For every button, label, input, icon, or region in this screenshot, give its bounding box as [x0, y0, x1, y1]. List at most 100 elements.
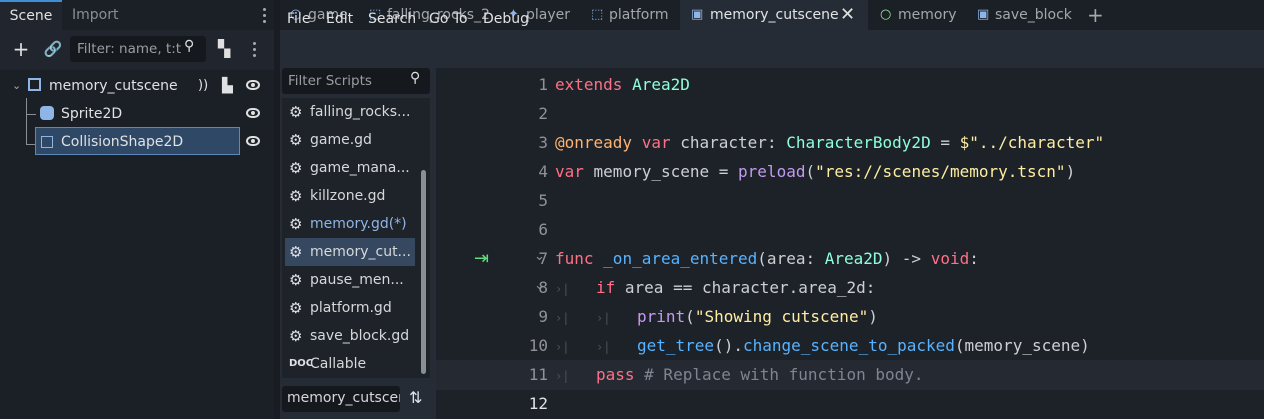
script-name: platform.gd [310, 300, 392, 316]
code-line-1: extends Area2D [555, 75, 690, 94]
script-name: game_mana... [310, 160, 410, 176]
fold-arrow-icon[interactable]: ⌄ [534, 278, 545, 293]
menu-debug[interactable]: Debug [483, 0, 529, 38]
gear-icon: ⚙ [289, 243, 303, 261]
link-icon[interactable]: 🔗 [42, 38, 64, 60]
add-node-icon[interactable]: + [10, 38, 32, 60]
line-number: 3 [538, 133, 548, 152]
scene-menu-icon[interactable] [253, 42, 257, 60]
line-number: 9 [538, 307, 548, 326]
scripts-filter-input[interactable] [288, 68, 406, 94]
add-tab-icon[interactable]: + [1087, 0, 1107, 30]
line-number: 8 [538, 278, 548, 297]
tree-item-sprite2d[interactable]: Sprite2D [0, 100, 274, 128]
indent-marker: ›| [555, 369, 570, 383]
line-number: 1 [538, 75, 548, 94]
tab-platform[interactable]: ⬚ platform [591, 0, 671, 30]
code-line-7: func _on_area_entered(area: Area2D) -> v… [555, 249, 979, 268]
code-line-8: if area == character.area_2d: [596, 278, 876, 297]
area-icon: ▣ [691, 7, 704, 22]
fold-arrow-icon[interactable]: ⌄ [534, 249, 545, 264]
line-number: 5 [538, 191, 548, 210]
tree-item-label: memory_cutscene [49, 78, 178, 94]
signal-icon[interactable]: )) [198, 72, 208, 100]
gear-icon: ⚙ [289, 159, 303, 177]
visibility-icon[interactable] [246, 108, 260, 118]
script-item[interactable]: ⚙ platform.gd [285, 294, 415, 322]
menu-search[interactable]: Search [368, 0, 416, 38]
script-item-selected[interactable]: ⚙ memory_cut... [285, 238, 415, 266]
gear-icon: ⚙ [289, 131, 303, 149]
gear-icon: ⚙ [289, 327, 303, 345]
script-name: Callable [310, 356, 367, 372]
line-number: 10 [528, 336, 548, 355]
tab-save-block[interactable]: ▣ save_block [977, 0, 1077, 30]
script-name: falling_rocks... [310, 104, 411, 120]
scripts-scrollbar[interactable] [421, 170, 426, 374]
visibility-icon[interactable] [246, 136, 260, 146]
indent-marker: ›| [596, 311, 611, 325]
gear-icon: ⚙ [289, 215, 303, 233]
tab-import[interactable]: Import [72, 0, 118, 30]
script-item[interactable]: DOC Callable [285, 350, 415, 378]
scene-filter-input[interactable] [77, 36, 181, 62]
tab-label: player [526, 7, 571, 23]
code-line-3: @onready var character: CharacterBody2D … [555, 133, 1105, 152]
tab-memory[interactable]: ○ memory [880, 0, 960, 30]
indent-marker: ›| [596, 340, 611, 354]
indent-marker: ›| [555, 340, 570, 354]
scripts-filter[interactable]: ⚲ [282, 68, 430, 94]
tab-label: save_block [995, 7, 1072, 23]
method-filter-text: memory_cutscen [287, 390, 400, 406]
script-item[interactable]: ⚙ killzone.gd [285, 182, 415, 210]
script-name: memory_cut... [310, 244, 411, 260]
script-item[interactable]: ⚙ game_mana... [285, 154, 415, 182]
search-icon: ⚲ [410, 70, 421, 86]
script-item[interactable]: ⚙ save_block.gd [285, 322, 415, 350]
indent-marker: ›| [555, 311, 570, 325]
search-icon: ⚲ [184, 38, 195, 54]
visibility-icon[interactable] [246, 80, 260, 90]
indent-marker: ›| [555, 282, 570, 296]
menu-edit[interactable]: Edit [326, 0, 353, 38]
script-name: killzone.gd [310, 188, 386, 204]
script-name: save_block.gd [310, 328, 410, 344]
tab-label: memory_cutscene [710, 7, 839, 23]
script-name: pause_men... [310, 272, 404, 288]
connected-signal-icon[interactable]: ⇥ [474, 248, 489, 269]
line-number: 2 [538, 104, 548, 123]
gear-icon: ⚙ [289, 271, 303, 289]
code-line-9: print("Showing cutscene") [637, 307, 878, 326]
script-item[interactable]: ⚙ game.gd [285, 126, 415, 154]
line-number: 7 [538, 249, 548, 268]
script-item-modified[interactable]: ⚙ memory.gd(*) [285, 210, 415, 238]
scene-filter[interactable]: ⚲ [70, 36, 206, 62]
sprite-icon [40, 106, 54, 120]
scene-icon: ⬚ [591, 7, 604, 22]
tree-item-collisionshape2d[interactable]: CollisionShape2D [0, 128, 274, 156]
method-filter[interactable]: memory_cutscen [282, 386, 400, 412]
tab-scene[interactable]: Scene [0, 0, 62, 30]
menu-file[interactable]: File [287, 0, 310, 38]
script-item[interactable]: ⚙ falling_rocks... [285, 98, 415, 126]
script-item[interactable]: ⚙ pause_men... [285, 266, 415, 294]
tab-label: memory [898, 7, 957, 23]
tree-item-label: CollisionShape2D [61, 134, 184, 150]
code-line-11: pass # Replace with function body. [596, 365, 924, 384]
dock-menu-icon[interactable] [263, 8, 267, 26]
sort-icon[interactable]: ⇅ [409, 388, 422, 407]
script-name: memory.gd(*) [310, 216, 407, 232]
script-add-icon[interactable]: ▚ [213, 38, 235, 60]
tab-memory-cutscene[interactable]: ▣ memory_cutscene ✕ [680, 0, 868, 30]
scene-dock-tabs: Scene Import [0, 0, 274, 30]
close-icon[interactable]: ✕ [840, 0, 855, 30]
script-menubar [280, 30, 1264, 68]
line-number: 11 [528, 365, 548, 384]
chevron-down-icon[interactable]: ⌄ [12, 72, 21, 100]
script-icon[interactable]: ▙ [222, 72, 233, 100]
code-line-10: get_tree().change_scene_to_packed(memory… [637, 336, 1090, 355]
tree-item-memory-cutscene[interactable]: ⌄ memory_cutscene )) ▙ [0, 72, 274, 100]
menu-goto[interactable]: Go To [429, 0, 468, 38]
collision-shape-icon [41, 136, 53, 148]
line-number: 4 [538, 162, 548, 181]
